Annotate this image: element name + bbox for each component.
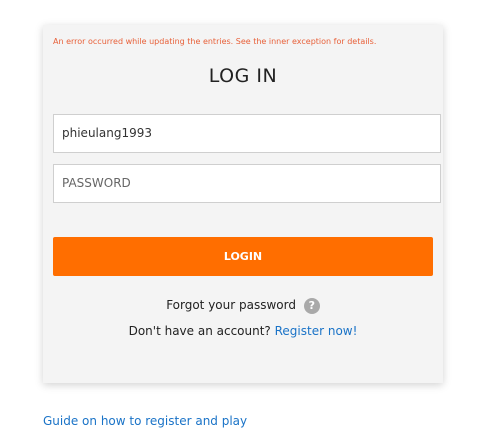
login-button[interactable]: LOGIN — [53, 237, 433, 276]
forgot-password-link[interactable]: Forgot your password — [166, 298, 296, 312]
register-link[interactable]: Register now! — [275, 324, 358, 338]
login-card: An error occurred while updating the ent… — [43, 25, 443, 383]
password-field[interactable] — [53, 164, 441, 203]
login-page: An error occurred while updating the ent… — [0, 0, 497, 444]
register-prompt: Don't have an account? Register now! — [43, 324, 443, 338]
error-message: An error occurred while updating the ent… — [53, 37, 377, 46]
question-mark-icon[interactable]: ? — [303, 297, 320, 314]
page-title: LOG IN — [208, 65, 278, 87]
no-account-text: Don't have an account? — [128, 324, 271, 338]
forgot-password-row: Forgot your password ? — [43, 295, 443, 315]
guide-link[interactable]: Guide on how to register and play — [43, 414, 247, 428]
username-field[interactable] — [53, 114, 441, 153]
